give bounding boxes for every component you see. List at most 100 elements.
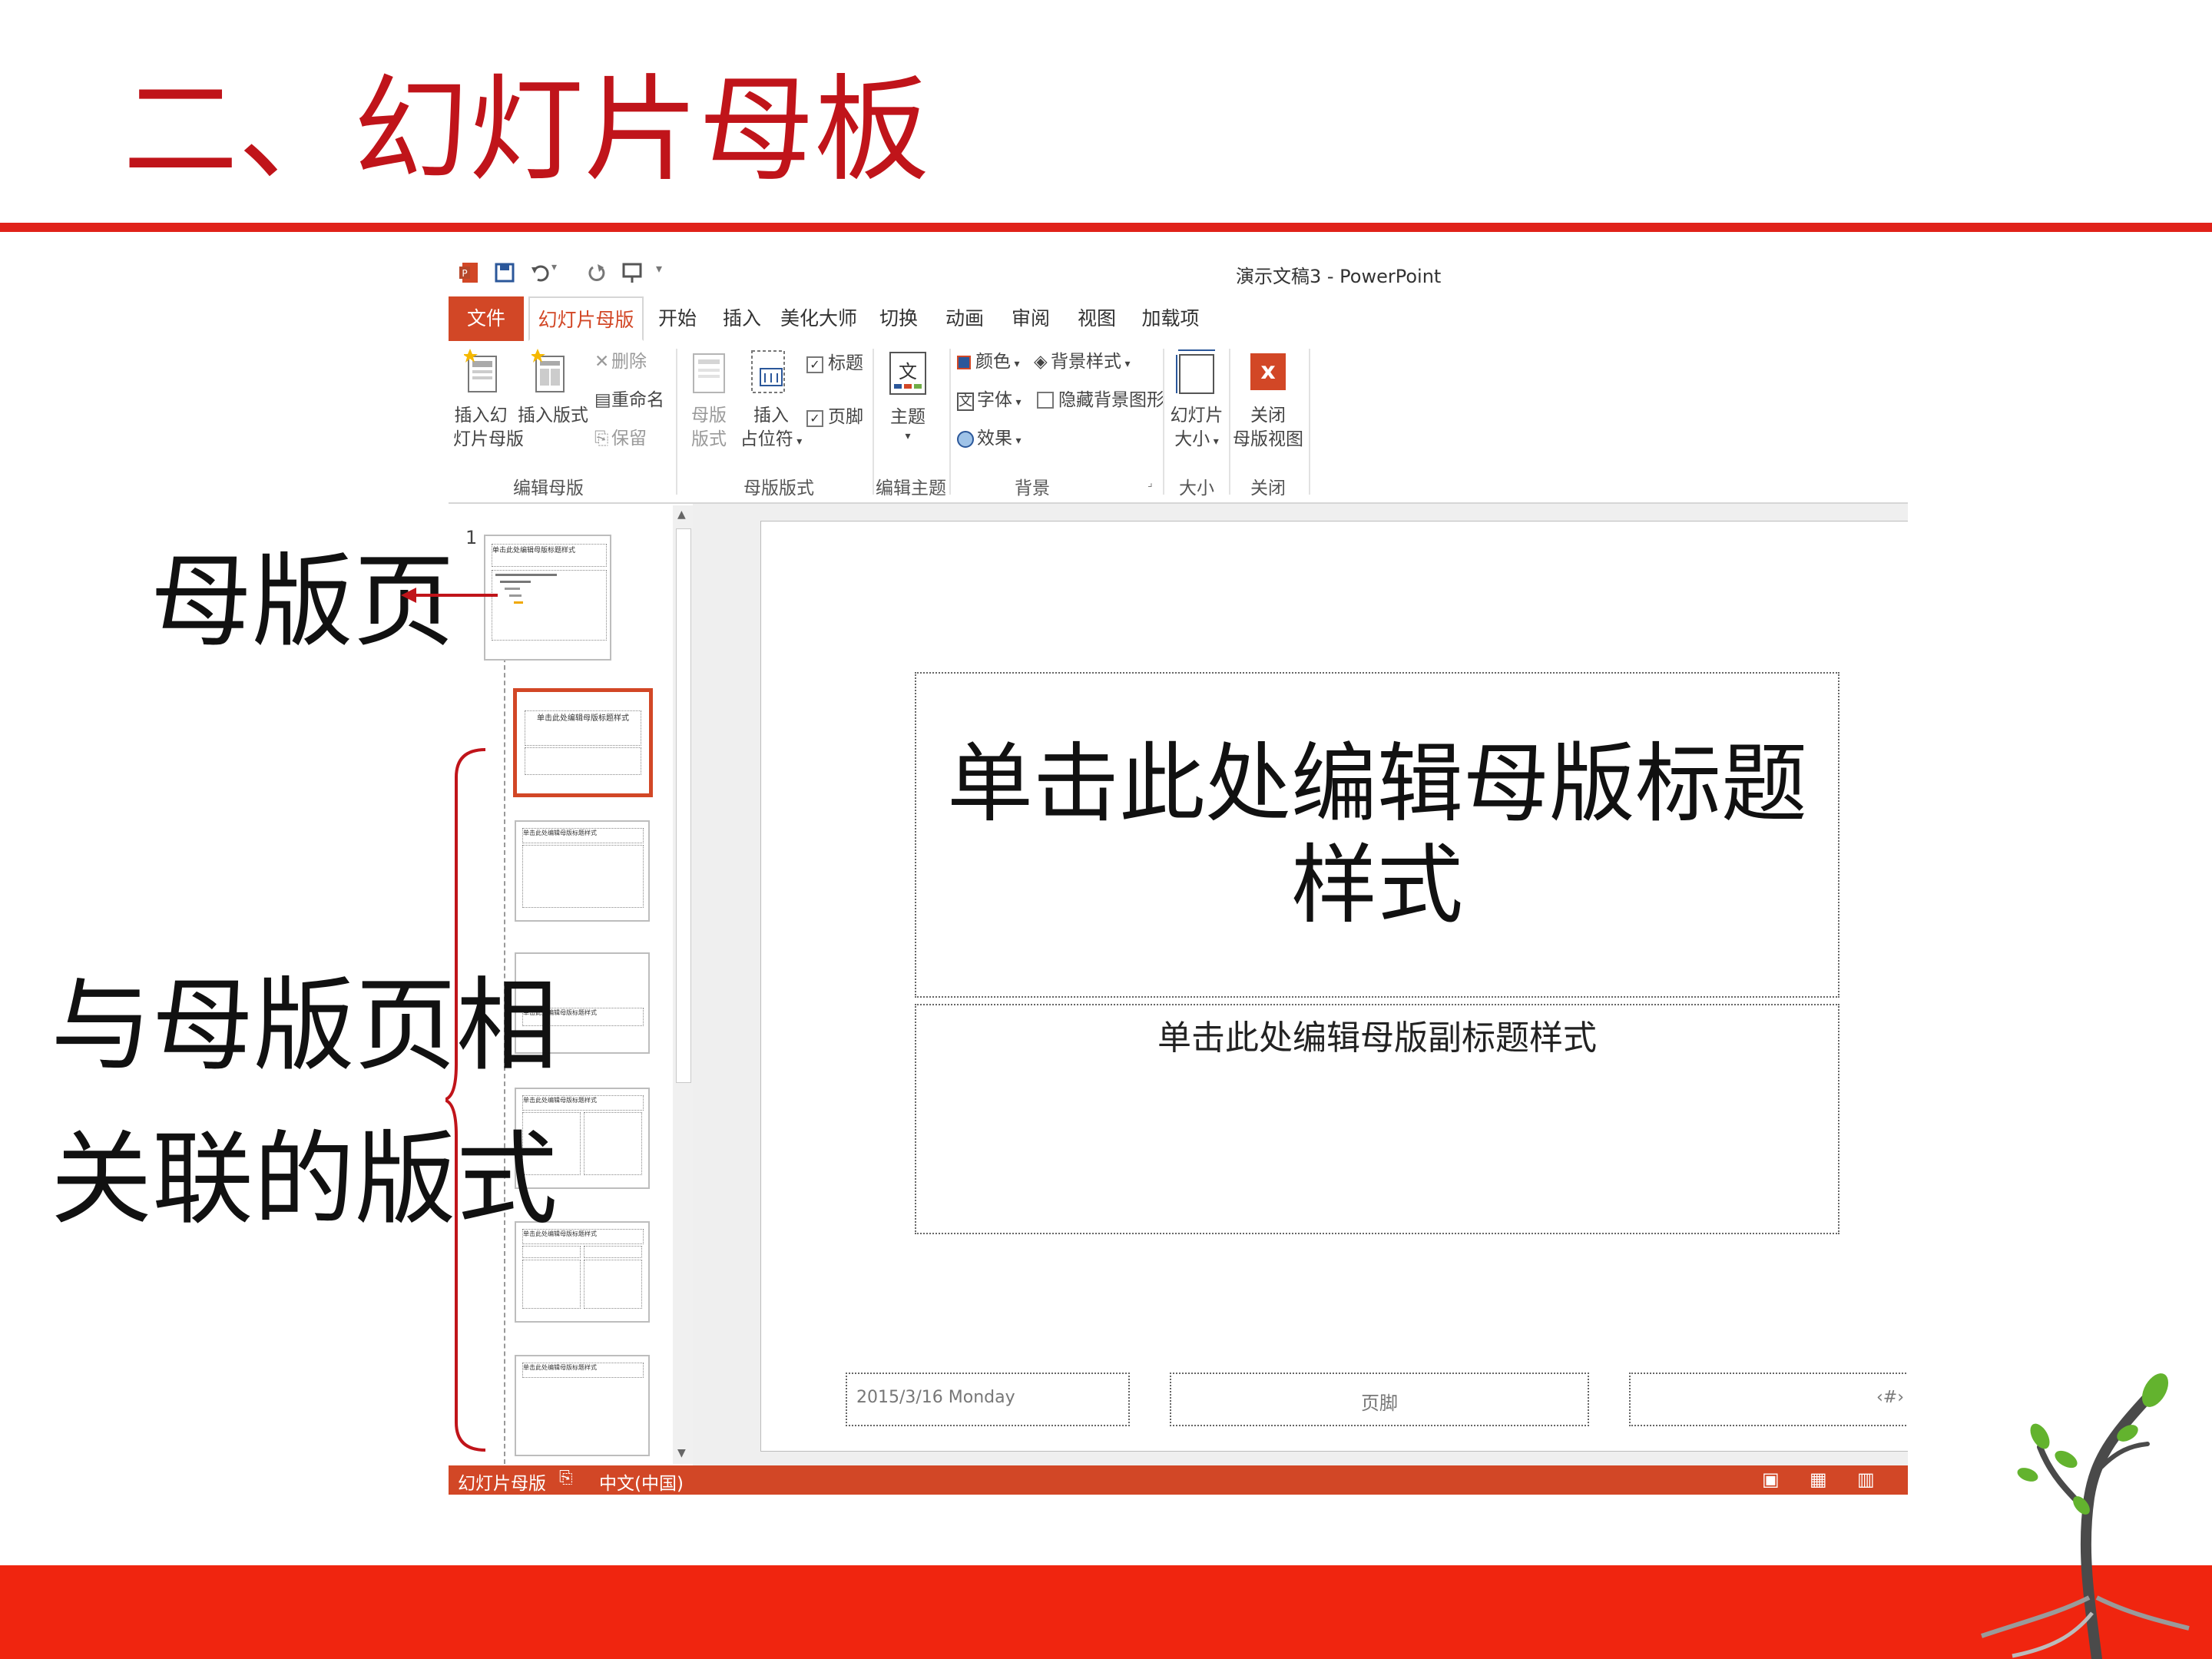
title-checkbox[interactable]: ✓ [806, 356, 823, 373]
tab-insert[interactable]: 插入 [714, 296, 770, 341]
status-view-name: 幻灯片母版 [458, 1474, 546, 1494]
slide-number-placeholder[interactable]: ‹#› [1629, 1373, 1908, 1426]
colors-button[interactable]: 颜色 ▾ [957, 350, 1019, 374]
scroll-down-icon[interactable]: ▼ [677, 1447, 686, 1459]
thumbnail-title: 单击此处编辑母版标题样式 [522, 1095, 644, 1111]
svg-text:P: P [462, 268, 467, 279]
master-layout-button[interactable]: 母版 版式 [684, 404, 734, 452]
ribbon: 插入幻 灯片母版 插入版式 ✕删除 ▤重命名 ⎘保留 编辑母版 母版 版式 [449, 341, 1908, 504]
subtitle-placeholder[interactable]: 单击此处编辑母版副标题样式 [915, 1004, 1839, 1234]
ribbon-separator [1229, 349, 1230, 495]
tab-transitions[interactable]: 切换 [871, 296, 926, 341]
themes-icon: 文 [889, 352, 926, 395]
tab-animations[interactable]: 动画 [937, 296, 992, 341]
dropdown-arrow-icon: ▾ [905, 430, 911, 443]
dialog-launcher-icon[interactable]: ⌟ [1147, 476, 1153, 491]
group-label-close: 关闭 [1250, 478, 1286, 498]
status-bar: 幻灯片母版 ⎘ 中文(中国) ▣ ▦ ▥ [449, 1465, 1908, 1495]
tab-home[interactable]: 开始 [650, 296, 705, 341]
slide-size-button[interactable]: 幻灯片 大小 ▾ [1169, 404, 1224, 452]
thumbnail-scrollbar[interactable]: ▲ ▼ [673, 505, 693, 1464]
svg-text:文: 文 [899, 361, 917, 382]
close-master-view-button[interactable]: 关闭 母版视图 [1232, 404, 1304, 452]
tab-view[interactable]: 视图 [1069, 296, 1124, 341]
tab-review[interactable]: 审阅 [1003, 296, 1058, 341]
background-styles-icon: ◈ [1034, 352, 1048, 372]
footer-checkbox[interactable]: ✓ [806, 410, 823, 427]
quick-access-toolbar: P ▾ ▾ 演示文稿3 - PowerPoint [449, 250, 1908, 296]
slide-sorter-icon[interactable]: ▦ [1810, 1469, 1827, 1490]
dropdown-arrow-icon: ▾ [1011, 358, 1020, 370]
normal-view-icon[interactable]: ▣ [1762, 1469, 1780, 1490]
delete-icon: ✕ [594, 352, 610, 372]
master-slide-thumbnail[interactable]: 单击此处编辑母版标题样式 [484, 535, 611, 661]
thumbnail-body [584, 1246, 642, 1258]
hide-background-graphics-label: 隐藏背景图形 [1058, 390, 1164, 410]
undo-dropdown-icon[interactable]: ▾ [551, 261, 571, 284]
themes-button[interactable]: 主题 ▾ [883, 406, 932, 444]
close-master-view-label-1: 关闭 [1250, 406, 1286, 426]
thumbnail-body [522, 845, 644, 908]
start-slideshow-icon[interactable] [622, 261, 642, 284]
tab-slide-master[interactable]: 幻灯片母版 [528, 296, 644, 341]
tree-logo-icon [1981, 1373, 2190, 1659]
tab-file[interactable]: 文件 [449, 296, 524, 341]
thumbnail-title: 单击此处编辑母版标题样式 [492, 544, 607, 567]
insert-layout-button[interactable]: 插入版式 [518, 404, 588, 428]
layout-thumbnail-title-slide[interactable]: 单击此处编辑母版标题样式 [513, 688, 653, 797]
thumbnail-body [584, 1112, 642, 1175]
callout-layouts-line2: 关联的版式 [51, 1121, 558, 1239]
spelling-check-icon[interactable]: ⎘ [559, 1469, 573, 1488]
insert-placeholder-button[interactable]: 插入 占位符 ▾ [739, 404, 803, 452]
preserve-icon: ⎘ [594, 429, 609, 449]
footer-text: 页脚 [1361, 1392, 1398, 1414]
dropdown-arrow-icon: ▾ [1012, 396, 1022, 409]
powerpoint-window: P ▾ ▾ 演示文稿3 - PowerPoint 文件 幻灯片母版 开始 插入 … [449, 250, 1908, 1495]
hide-background-graphics-checkbox[interactable] [1037, 392, 1054, 409]
delete-button[interactable]: ✕ 删除 [594, 350, 647, 374]
background-styles-button[interactable]: ◈ 背景样式 ▾ [1034, 350, 1130, 374]
slide-size-label-1: 幻灯片 [1170, 406, 1224, 426]
thumbnail-title: 单击此处编辑母版标题样式 [525, 710, 641, 746]
insert-slide-master-icon [464, 349, 497, 392]
title-placeholder[interactable]: 单击此处编辑母版标题样式 [915, 672, 1839, 998]
preserve-button[interactable]: ⎘ 保留 [594, 427, 647, 451]
layout-thumbnail-title-content[interactable]: 单击此处编辑母版标题样式 [515, 820, 650, 922]
window-title: 演示文稿3 - PowerPoint [1236, 266, 1442, 287]
tab-beautify-master[interactable]: 美化大师 [774, 296, 863, 341]
group-label-size: 大小 [1179, 478, 1214, 498]
preserve-label: 保留 [611, 429, 647, 449]
customize-toolbar-icon[interactable]: ▾ [656, 261, 676, 284]
rename-icon: ▤ [594, 390, 611, 410]
insert-slide-master-button[interactable]: 插入幻 灯片母版 [453, 404, 524, 452]
colors-label: 颜色 [975, 352, 1011, 372]
effects-button[interactable]: 效果 ▾ [957, 427, 1021, 451]
undo-icon[interactable] [530, 261, 550, 284]
scroll-up-icon[interactable]: ▲ [677, 508, 686, 521]
thumbnail-body [492, 570, 607, 641]
scrollbar-thumb[interactable] [676, 528, 691, 1083]
insert-slide-master-label-2: 灯片母版 [453, 429, 524, 450]
layout-thumbnail-title-only[interactable]: 单击此处编辑母版标题样式 [515, 1355, 650, 1456]
layouts-brace [445, 748, 486, 1452]
fonts-button[interactable]: 文字体 ▾ [957, 389, 1021, 412]
date-placeholder[interactable]: 2015/3/16 Monday [846, 1373, 1130, 1426]
redo-icon[interactable] [587, 261, 607, 284]
thumbnail-subtitle [525, 747, 641, 775]
dropdown-arrow-icon: ▾ [793, 435, 803, 449]
group-label-background: 背景 [1015, 478, 1050, 498]
effects-icon [957, 430, 974, 448]
title-placeholder-text: 单击此处编辑母版标题样式 [947, 733, 1807, 935]
rename-button[interactable]: ▤重命名 [594, 389, 664, 412]
subtitle-placeholder-text: 单击此处编辑母版副标题样式 [1157, 1018, 1597, 1058]
rename-label: 重命名 [611, 390, 664, 410]
themes-label: 主题 [890, 407, 926, 427]
footer-placeholder[interactable]: 页脚 [1170, 1373, 1589, 1426]
thumbnail-title: 单击此处编辑母版标题样式 [522, 828, 644, 843]
tab-add-ins[interactable]: 加载项 [1132, 296, 1209, 341]
reading-view-icon[interactable]: ▥ [1857, 1469, 1875, 1490]
ribbon-separator [1309, 349, 1310, 495]
status-language[interactable]: 中文(中国) [599, 1469, 684, 1495]
save-icon[interactable] [495, 261, 515, 284]
effects-label: 效果 [977, 429, 1012, 449]
